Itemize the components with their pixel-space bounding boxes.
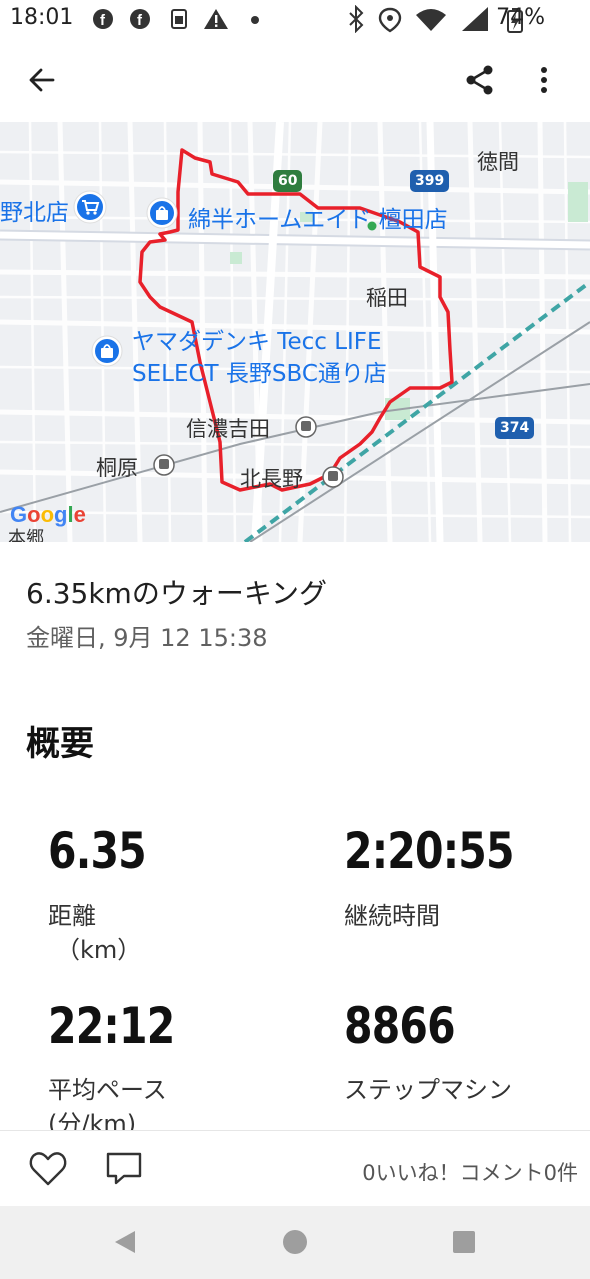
facebook-icon: f [130,9,150,29]
train-station-icon [295,416,317,438]
train-station-icon [322,466,344,488]
battery-percent: 74% [496,5,545,30]
poi-label[interactable]: ヤマダデンキ Tecc LIFE [132,322,382,356]
distance-label: 距離 [48,902,96,930]
duration-value: 2:20:55 [344,822,515,880]
place-label: 稲田 [366,286,408,310]
route-map[interactable]: 野北店 綿半ホームエイド 檀田店 ヤマダデンキ Tecc LIFE SELECT… [0,122,590,542]
duration-label: 継続時間 [344,902,440,930]
location-icon [378,7,402,33]
steps-label: ステップマシン [344,1076,512,1104]
activity-title: 6.35kmのウォーキング [26,577,327,610]
app-bar [0,40,590,120]
status-time: 18:01 [10,5,74,30]
station-label: 信濃吉田 [186,417,270,441]
poi-label[interactable]: SELECT 長野SBC通り店 [132,354,387,388]
distance-unit: （km） [56,936,142,964]
nav-home-button[interactable] [275,1222,315,1262]
notification-icons: f f [93,9,259,29]
road-shield: 399 [410,170,450,192]
activity-datetime: 金曜日, 9月 12 15:38 [26,624,268,652]
heart-outline-icon [29,1152,67,1186]
road-shield: 60 [273,170,303,192]
comment-button[interactable] [100,1145,148,1193]
place-label: 徳間 [477,150,519,174]
back-button[interactable] [18,56,66,104]
arrow-back-icon [29,68,55,92]
overview-heading: 概要 [26,724,94,764]
nav-back-icon [115,1231,135,1253]
pace-value: 22:12 [48,997,175,1055]
wifi-icon [416,9,446,31]
sim-icon [171,9,187,29]
nav-home-icon [283,1230,307,1254]
station-label: 桐原 [96,456,138,480]
pace-label: 平均ペース [48,1076,167,1104]
road-shield: 374 [495,417,535,439]
likes-comments-count[interactable]: 0いいね！コメント0件 [362,1157,578,1187]
station-label: 北長野 [240,467,303,491]
shopping-cart-icon [73,190,107,224]
steps-value: 8866 [344,997,456,1055]
status-bar: 18:01 f f 74% [0,0,590,40]
facebook-icon: f [93,9,113,29]
bluetooth-icon [349,5,364,33]
more-vert-icon [541,67,547,93]
google-logo: Google [10,502,86,527]
poi-label[interactable]: 綿半ホームエイド 檀田店 [188,200,448,234]
like-button[interactable] [24,1145,72,1193]
more-options-button[interactable] [520,56,568,104]
nav-back-button[interactable] [105,1222,145,1262]
share-button[interactable] [456,56,504,104]
system-navigation-bar [0,1206,590,1279]
share-icon [466,65,493,95]
nav-recents-button[interactable] [444,1222,484,1262]
warning-icon [204,9,228,29]
social-bar: 0いいね！コメント0件 [0,1130,590,1207]
comment-icon [106,1152,142,1185]
train-station-icon [153,454,175,476]
signal-icon [462,7,488,31]
distance-value: 6.35 [48,822,147,880]
shopping-bag-icon [146,197,178,229]
poi-label[interactable]: 野北店 [0,193,69,227]
nav-recents-icon [453,1231,475,1253]
shopping-bag-icon [91,335,123,367]
dot-icon [251,16,259,24]
